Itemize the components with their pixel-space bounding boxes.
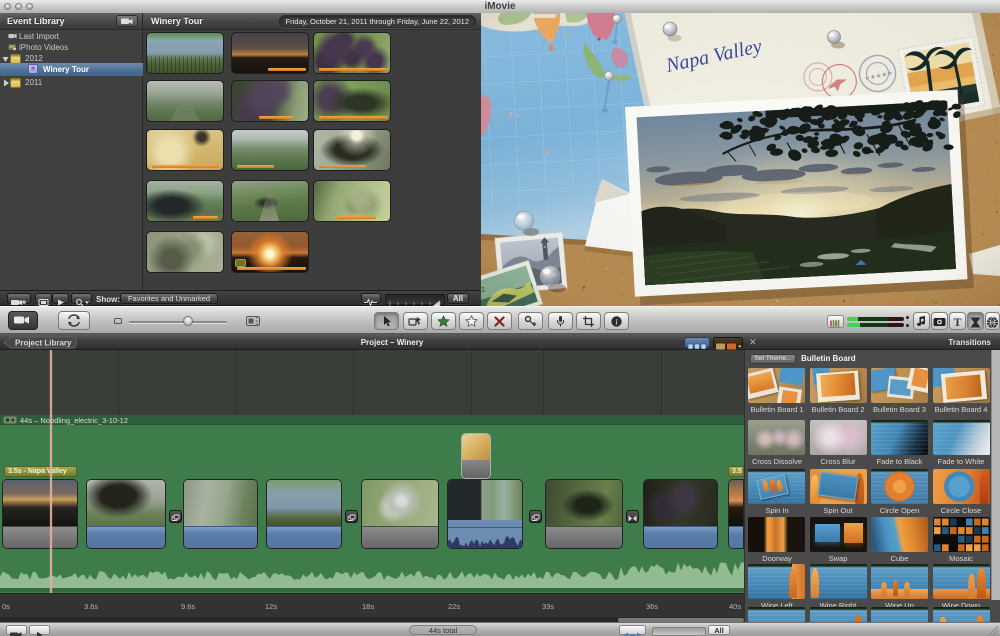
svg-text:i: i	[615, 317, 617, 326]
